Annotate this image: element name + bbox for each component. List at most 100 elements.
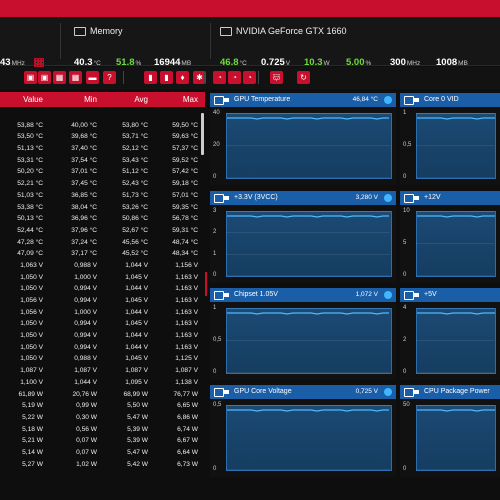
sensor-graph-panel[interactable]: +5V 4 2 0 (400, 288, 500, 380)
cell-value: 51,13 °C (17, 145, 43, 153)
filter-icon[interactable]: ▽ (273, 72, 280, 83)
cell-value: 5,19 W (22, 402, 43, 410)
sensor-graph-panel[interactable]: Core 0 VID 1 0,5 0 (400, 93, 500, 185)
cell-min: 37,01 °C (71, 168, 97, 176)
table-row[interactable]: 51,13 °C 37,40 °C 52,12 °C 57,37 °C (0, 143, 205, 155)
cell-min: 0,994 V (74, 285, 97, 293)
table-row[interactable]: 61,89 W 20,76 W 68,99 W 76,77 W (0, 389, 205, 401)
info-icon[interactable] (384, 388, 392, 396)
sensor-graph-panel[interactable]: +12V 10 5 0 (400, 191, 500, 283)
cell-min: 1,087 V (74, 367, 97, 375)
gpu-icon[interactable]: ▮ (144, 71, 157, 84)
table-row[interactable]: 1,050 V 0,994 V 1,044 V 1,163 V (0, 342, 205, 354)
table-row[interactable]: 5,19 W 0,99 W 5,50 W 6,65 W (0, 400, 205, 412)
table-row[interactable]: 1,087 V 1,087 V 1,087 V 1,087 V (0, 365, 205, 377)
table-row[interactable]: 1,063 V 0,988 V 1,044 V 1,156 V (0, 260, 205, 272)
table-row[interactable]: 51,03 °C 36,85 °C 51,73 °C 57,01 °C (0, 190, 205, 202)
sensor-graph-panel[interactable]: GPU Temperature 46,84 °C 40 20 0 (210, 93, 396, 185)
table-row[interactable]: 5,18 W 0,56 W 5,39 W 6,74 W (0, 424, 205, 436)
cell-max: 6,67 W (177, 437, 198, 445)
toolbar-separator (123, 71, 124, 84)
table-scrollbar[interactable] (201, 113, 204, 155)
table-row[interactable]: 5,27 W 1,02 W 5,42 W 6,73 W (0, 459, 205, 471)
column-value[interactable]: Value (23, 95, 43, 104)
sensor-graph-panel[interactable]: +3.3V (3VCC) 3,280 V 3 2 1 0 (210, 191, 396, 283)
panel-name: Core 0 VID (424, 96, 459, 103)
table-row[interactable]: 50,20 °C 37,01 °C 51,12 °C 57,42 °C (0, 166, 205, 178)
table-row[interactable]: 53,50 °C 39,68 °C 53,71 °C 59,63 °C (0, 131, 205, 143)
table-row[interactable]: 52,44 °C 37,96 °C 52,67 °C 59,31 °C (0, 225, 205, 237)
title-bar (0, 0, 500, 17)
table-row[interactable]: 1,056 V 1,000 V 1,044 V 1,163 V (0, 307, 205, 319)
sensor-icon (224, 98, 229, 102)
gauge-icon[interactable]: ◔ (243, 71, 256, 84)
cell-avg: 5,47 W (127, 413, 148, 421)
cell-avg: 1,045 V (125, 355, 148, 363)
cell-max: 1,087 V (175, 367, 198, 375)
sensor-trace (227, 312, 389, 315)
table-row[interactable]: 1,050 V 1,000 V 1,045 V 1,163 V (0, 272, 205, 284)
sensor-icon[interactable]: ▣ (38, 71, 51, 84)
y-tick-label: 0 (213, 466, 217, 472)
cell-value: 1,050 V (20, 355, 43, 363)
cell-avg: 5,50 W (127, 402, 148, 410)
splitter-handle[interactable] (205, 272, 207, 296)
table-row[interactable]: 53,88 °C 40,00 °C 53,80 °C 59,50 °C (0, 120, 205, 132)
cell-max: 1,156 V (175, 261, 198, 269)
help-icon[interactable]: ? (103, 71, 116, 84)
table-row[interactable]: 47,28 °C 37,24 °C 45,56 °C 48,74 °C (0, 237, 205, 249)
table-row[interactable]: 5,21 W 0,07 W 5,39 W 6,67 W (0, 435, 205, 447)
cell-value: 53,50 °C (17, 133, 43, 141)
cell-min: 20,76 W (72, 390, 97, 398)
table-row[interactable]: 1,050 V 0,994 V 1,045 V 1,163 V (0, 318, 205, 330)
table-row[interactable]: 1,056 V 0,994 V 1,045 V 1,163 V (0, 295, 205, 307)
fan-icon[interactable]: ♦ (176, 71, 189, 84)
cell-min: 0,07 W (76, 437, 97, 445)
cell-avg: 5,47 W (127, 448, 148, 456)
table-row[interactable]: 5,14 W 0,07 W 5,47 W 6,64 W (0, 447, 205, 459)
column-avg[interactable]: Avg (134, 95, 148, 104)
cell-max: 59,35 °C (172, 203, 198, 211)
grid-icon[interactable]: ▦ (53, 71, 66, 84)
cell-avg: 1,045 V (125, 320, 148, 328)
table-row[interactable]: 47,09 °C 37,17 °C 45,52 °C 48,34 °C (0, 248, 205, 260)
sensor-graph-panel[interactable]: Chipset 1.05V 1,072 V 1 0,5 0 (210, 288, 396, 380)
gauge-icon[interactable]: ◔ (213, 71, 226, 84)
table-row[interactable]: 1,050 V 0,994 V 1,044 V 1,163 V (0, 330, 205, 342)
table-row[interactable] (0, 108, 205, 120)
table-row[interactable]: 5,22 W 0,30 W 5,47 W 6,86 W (0, 412, 205, 424)
gauge-icon[interactable]: ◔ (228, 71, 241, 84)
cell-max: 6,73 W (177, 460, 198, 468)
memory-icon[interactable]: ▬ (86, 71, 99, 84)
table-row[interactable]: 1,050 V 0,994 V 1,044 V 1,163 V (0, 283, 205, 295)
info-icon[interactable] (384, 291, 392, 299)
table-row[interactable]: 53,31 °C 37,54 °C 53,43 °C 59,52 °C (0, 155, 205, 167)
sensor-graph-panel[interactable]: CPU Package Power 50 0 (400, 385, 500, 477)
sensor-icon[interactable]: ▣ (24, 71, 37, 84)
sensor-trace (227, 117, 389, 120)
cell-value: 52,21 °C (17, 180, 43, 188)
info-icon[interactable] (384, 96, 392, 104)
grid-icon[interactable]: ▦ (69, 71, 82, 84)
cell-min: 37,40 °C (71, 145, 97, 153)
sensor-graph-panel[interactable]: GPU Core Voltage 0,725 V 0,5 0 (210, 385, 396, 477)
cell-max: 1,163 V (175, 332, 198, 340)
panel-name: CPU Package Power (424, 388, 490, 395)
table-row[interactable]: 52,21 °C 37,45 °C 52,43 °C 59,18 °C (0, 178, 205, 190)
cell-min: 0,30 W (76, 413, 97, 421)
table-row[interactable]: 53,38 °C 38,04 °C 53,26 °C 59,35 °C (0, 202, 205, 214)
filter-icon[interactable]: ↻ (297, 71, 310, 84)
table-row[interactable]: 1,100 V 1,044 V 1,095 V 1,138 V (0, 377, 205, 389)
info-icon[interactable] (384, 194, 392, 202)
table-row[interactable]: 50,13 °C 36,96 °C 50,86 °C 56,78 °C (0, 213, 205, 225)
column-max[interactable]: Max (183, 95, 198, 104)
y-tick-label: 0,5 (213, 337, 222, 343)
column-min[interactable]: Min (84, 95, 97, 104)
monitor-icon (404, 194, 414, 203)
y-tick-label: 0 (403, 272, 407, 278)
cell-value: 5,18 W (22, 425, 43, 433)
gpu-icon[interactable]: ▮ (160, 71, 173, 84)
table-row[interactable]: 1,050 V 0,988 V 1,045 V 1,125 V (0, 353, 205, 365)
cell-avg: 52,43 °C (122, 180, 148, 188)
cell-min: 1,02 W (76, 460, 97, 468)
